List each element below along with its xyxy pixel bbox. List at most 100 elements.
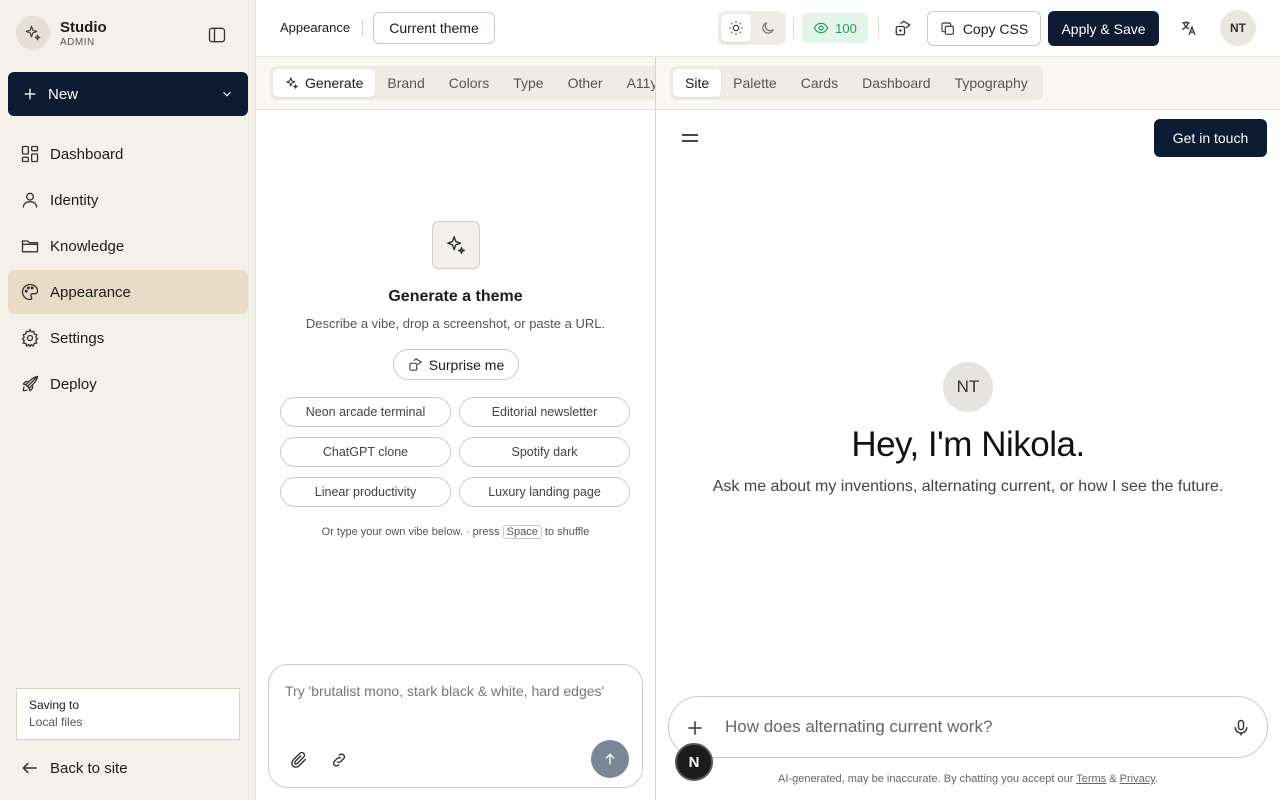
tab-typography[interactable]: Typography (943, 69, 1040, 97)
sidebar-collapse-icon[interactable] (206, 24, 228, 46)
suggestion-chip[interactable]: Neon arcade terminal (280, 397, 451, 427)
tab-type[interactable]: Type (501, 69, 555, 97)
sidebar-item-label: Dashboard (50, 145, 124, 163)
eye-icon (813, 22, 829, 34)
breadcrumb: Appearance (280, 20, 351, 35)
color-mode-toggle (718, 11, 786, 45)
sidebar-item-knowledge[interactable]: Knowledge (8, 224, 248, 268)
editor-tabs: Generate Brand Colors Type Other A11y (270, 66, 655, 100)
brand-subtitle: ADMIN (60, 36, 95, 48)
plus-icon[interactable] (685, 718, 705, 738)
brand[interactable]: Studio ADMIN (16, 16, 107, 50)
tab-site[interactable]: Site (673, 69, 722, 97)
plus-icon (24, 88, 36, 100)
suggestion-chip[interactable]: Luxury landing page (459, 477, 630, 507)
suggestion-chip[interactable]: Linear productivity (280, 477, 451, 507)
link-icon[interactable] (329, 750, 349, 770)
chat-input[interactable] (725, 717, 1205, 737)
saving-title: Saving to (29, 698, 80, 712)
disclaimer-text: AI-generated, may be inaccurate. By chat… (778, 773, 1074, 785)
hint-text: to shuffle (544, 526, 590, 538)
tab-cards[interactable]: Cards (789, 69, 850, 97)
back-to-site-link[interactable]: Back to site (20, 758, 128, 778)
generate-title: Generate a theme (388, 288, 523, 305)
rocket-icon (22, 375, 39, 392)
surprise-me-button[interactable]: Surprise me (393, 349, 519, 380)
sidebar-item-dashboard[interactable]: Dashboard (8, 132, 248, 176)
terms-link[interactable]: Terms (1076, 773, 1106, 785)
theme-editor-panel: Generate Brand Colors Type Other A11y Ge… (256, 57, 655, 800)
brand-title: Studio (60, 18, 107, 36)
get-in-touch-button[interactable]: Get in touch (1154, 119, 1267, 157)
copy-css-label: Copy CSS (962, 20, 1029, 37)
tab-other[interactable]: Other (556, 69, 615, 97)
dice-shuffle-icon[interactable] (892, 17, 914, 39)
vibe-prompt-input[interactable] (285, 683, 630, 699)
hint-text: Or type your own vibe below. · press (321, 526, 500, 538)
ai-disclaimer: AI-generated, may be inaccurate. By chat… (656, 773, 1280, 785)
tab-generate[interactable]: Generate (273, 69, 376, 97)
new-button[interactable]: New (8, 72, 248, 116)
amp-text: & (1109, 773, 1117, 785)
copy-css-button[interactable]: Copy CSS (927, 11, 1041, 46)
tab-a11y[interactable]: A11y (615, 69, 655, 97)
copy-icon (941, 21, 954, 35)
dashboard-icon (21, 145, 39, 163)
preview-tabs-bar: Site Palette Cards Dashboard Typography (656, 57, 1280, 110)
arrow-left-icon (22, 762, 37, 774)
user-icon (22, 192, 38, 208)
tab-colors[interactable]: Colors (437, 69, 501, 97)
hero-avatar: NT (943, 362, 993, 412)
score-value: 100 (835, 20, 857, 36)
hero-subtitle: Ask me about my inventions, alternating … (712, 478, 1224, 495)
sidebar-item-label: Identity (50, 191, 99, 209)
sidebar-item-label: Knowledge (50, 237, 125, 255)
privacy-link[interactable]: Privacy (1120, 773, 1155, 785)
tab-palette[interactable]: Palette (721, 69, 789, 97)
new-button-label: New (48, 85, 79, 103)
generate-sparkle-icon (432, 221, 480, 269)
suggestion-chip[interactable]: ChatGPT clone (280, 437, 451, 467)
tab-brand[interactable]: Brand (375, 69, 436, 97)
chevron-down-icon[interactable] (220, 87, 234, 101)
shuffle-hint: Or type your own vibe below. · press Spa… (256, 525, 655, 539)
user-avatar[interactable]: NT (1220, 10, 1256, 46)
sidebar-item-settings[interactable]: Settings (8, 316, 248, 360)
suggestion-chip[interactable]: Spotify dark (459, 437, 630, 467)
generate-subtitle: Describe a vibe, drop a screenshot, or p… (305, 316, 606, 331)
sparkle-icon (286, 77, 298, 89)
tab-dashboard[interactable]: Dashboard (850, 69, 943, 97)
palette-icon (21, 283, 39, 301)
sidebar-item-appearance[interactable]: Appearance (8, 270, 248, 314)
sidebar-item-label: Appearance (50, 283, 131, 301)
sidebar-item-identity[interactable]: Identity (8, 178, 248, 222)
apply-save-button[interactable]: Apply & Save (1048, 11, 1159, 46)
dice-icon (409, 358, 422, 371)
suggestion-chips: Neon arcade terminal Editorial newslette… (280, 397, 631, 507)
current-theme-button[interactable]: Current theme (373, 12, 495, 44)
sidebar-nav: Dashboard Identity Knowledge Appearance … (8, 132, 248, 408)
translate-icon[interactable] (1178, 17, 1200, 39)
sparkle-logo-icon (16, 16, 50, 50)
editor-tabs-bar: Generate Brand Colors Type Other A11y (256, 57, 655, 110)
sidebar-item-deploy[interactable]: Deploy (8, 362, 248, 406)
hero-title: Hey, I'm Nikola. (851, 425, 1085, 464)
gear-icon (21, 328, 39, 348)
space-key: Space (502, 525, 542, 539)
menu-icon[interactable] (680, 130, 700, 146)
microphone-icon[interactable] (1231, 717, 1251, 739)
tab-label: Generate (305, 75, 364, 91)
toolbar-divider (793, 18, 794, 38)
send-button[interactable] (591, 740, 629, 778)
dark-mode-button[interactable] (753, 14, 783, 42)
attach-icon[interactable] (289, 750, 309, 770)
suggestion-chip[interactable]: Editorial newsletter (459, 397, 630, 427)
toolbar-divider (878, 18, 879, 38)
saving-status: Saving to Local files (16, 688, 240, 740)
surprise-label: Surprise me (428, 356, 505, 373)
accessibility-score-badge[interactable]: 100 (802, 13, 868, 43)
sidebar: Studio ADMIN New Dashboard Identity Know… (0, 0, 256, 800)
arrow-up-icon (605, 753, 615, 765)
sidebar-item-label: Deploy (50, 375, 97, 393)
light-mode-button[interactable] (721, 14, 751, 42)
